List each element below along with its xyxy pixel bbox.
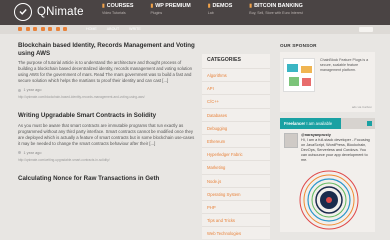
book-icon: ▮ <box>102 3 105 9</box>
nav-bitcoin-title: BITCOIN BANKING <box>254 3 303 9</box>
category-link[interactable]: Databases <box>202 107 270 121</box>
nav-courses-title: COURSES <box>106 3 134 9</box>
sponsor-ad-note[interactable]: ads via Carbon <box>352 105 372 109</box>
search-input[interactable] <box>359 27 373 32</box>
arrow-icon[interactable] <box>367 121 372 126</box>
category-link[interactable]: C/C++ <box>202 94 270 107</box>
post-list: Blockchain based Identity, Records Manag… <box>18 42 196 195</box>
category-link[interactable]: Node.js <box>202 173 270 187</box>
facebook-icon[interactable] <box>18 27 22 31</box>
post-link[interactable]: http://qnimate.com/blockchain-based-iden… <box>18 95 196 99</box>
category-link[interactable]: Tips and Tricks <box>202 213 270 226</box>
post-date: 1 year ago <box>23 150 42 155</box>
subnav-home[interactable]: Home <box>86 27 97 31</box>
subnav-about[interactable]: About <box>107 27 119 31</box>
nav-wp-title: WP PREMIUM <box>155 3 191 9</box>
spiral-graphic <box>298 169 360 236</box>
category-link[interactable]: Marketing <box>202 160 270 173</box>
category-link[interactable]: Ethereum <box>202 133 270 147</box>
right-sidebar: OUR SPONSOR ChainBlock Feature Plugs is … <box>280 43 375 232</box>
post-link[interactable]: http://qnimate.com/writing-upgradable-sm… <box>18 158 196 162</box>
category-link[interactable]: Hyperledger Fabric <box>202 147 270 160</box>
main-nav: ▮ COURSES Video Tutorials ▮ WP PREMIUM Plu… <box>102 3 320 15</box>
freelancer-status: I am available <box>305 121 333 126</box>
post-title[interactable]: Calculating Nonce for Raw Transactions i… <box>18 175 196 183</box>
post-item: Writing Upgradable Smart Contracts in So… <box>18 112 196 162</box>
sponsor-image[interactable] <box>283 58 315 92</box>
category-link[interactable]: PHP <box>202 199 270 213</box>
linkedin-icon[interactable] <box>55 27 60 31</box>
freelancer-label: Freelancer <box>284 121 306 126</box>
plugin-icon: ▮ <box>150 3 154 9</box>
categories-heading: CATEGORIES <box>207 57 241 63</box>
github-icon[interactable] <box>48 27 52 31</box>
post-item: Blockchain based Identity, Records Manag… <box>18 42 196 99</box>
post-date: 1 year ago <box>23 88 42 92</box>
nav-item-bitcoin-banking[interactable]: ▮ BITCOIN BANKING Buy, Sell, Store with E… <box>249 3 303 15</box>
freelancer-badge: Freelancer I am available <box>280 118 341 129</box>
google-plus-icon[interactable] <box>33 27 37 31</box>
category-link[interactable]: Debugging <box>202 120 270 134</box>
category-link[interactable]: API <box>202 81 270 94</box>
rss-icon[interactable] <box>40 27 45 31</box>
category-link[interactable]: Algorithms <box>202 68 270 81</box>
subnav-write[interactable]: Write <box>129 27 141 31</box>
sponsor-text[interactable]: ChainBlock Feature Plugs is a secure, sc… <box>320 58 372 73</box>
social-links <box>18 27 71 31</box>
secondary-nav: Home About Write <box>86 27 151 31</box>
post-excerpt: The purpose of tutorial article is to un… <box>18 60 193 83</box>
post-title[interactable]: Writing Upgradable Smart Contracts in So… <box>18 112 196 120</box>
nav-courses-sub: Video Tutorials <box>102 10 126 15</box>
logo-icon <box>14 3 32 21</box>
nav-item-wp-premium[interactable]: ▮ WP PREMIUM Plugins <box>150 3 190 15</box>
clock-icon <box>18 151 21 154</box>
nav-demos-sub: Lab <box>207 10 214 15</box>
secondary-bar: Home About Write <box>0 25 390 34</box>
category-link[interactable]: Web Technologies <box>202 226 270 239</box>
nav-bitcoin-sub: Buy, Sell, Store with Euro Interest <box>249 10 303 15</box>
bitcoin-icon: ▮ <box>249 3 253 9</box>
category-link[interactable]: Operating System <box>202 186 270 200</box>
freelancer-bio-text: Hi, I am a full-stack developer - Focusi… <box>301 138 370 163</box>
logo[interactable]: QNimate <box>14 3 84 21</box>
nav-demos-title: DEMOS <box>212 3 233 9</box>
freelancer-bio: @narayanprusty Hi, I am a full-stack dev… <box>301 133 371 164</box>
clock-icon <box>18 88 21 92</box>
post-meta: 1 year ago <box>18 151 196 155</box>
nav-item-courses[interactable]: ▮ COURSES Video Tutorials <box>102 3 133 15</box>
post-item: Calculating Nonce for Raw Transactions i… <box>18 175 196 183</box>
sponsor-ad[interactable]: ChainBlock Feature Plugs is a secure, sc… <box>280 52 375 112</box>
post-title[interactable]: Blockchain based Identity, Records Manag… <box>18 42 196 57</box>
avatar <box>284 133 298 148</box>
post-excerpt: As you must be aware that smart contract… <box>18 122 195 146</box>
site-header: QNimate ▮ COURSES Video Tutorials ▮ WP PRE… <box>0 0 390 25</box>
freelancer-card: @narayanprusty Hi, I am a full-stack dev… <box>280 129 375 232</box>
nav-item-demos[interactable]: ▮ DEMOS Lab <box>208 3 233 15</box>
freelancer-header: Freelancer I am available <box>280 118 375 129</box>
flask-icon: ▮ <box>207 3 211 9</box>
categories-widget: CATEGORIES Algorithms API C/C++ Database… <box>202 54 270 240</box>
nav-wp-sub: Plugins <box>150 10 163 15</box>
email-icon[interactable] <box>63 27 67 31</box>
sponsor-heading: OUR SPONSOR <box>280 43 317 48</box>
post-meta: 1 year ago <box>18 88 196 92</box>
twitter-icon[interactable] <box>25 27 30 31</box>
logo-text: QNimate <box>37 6 84 18</box>
